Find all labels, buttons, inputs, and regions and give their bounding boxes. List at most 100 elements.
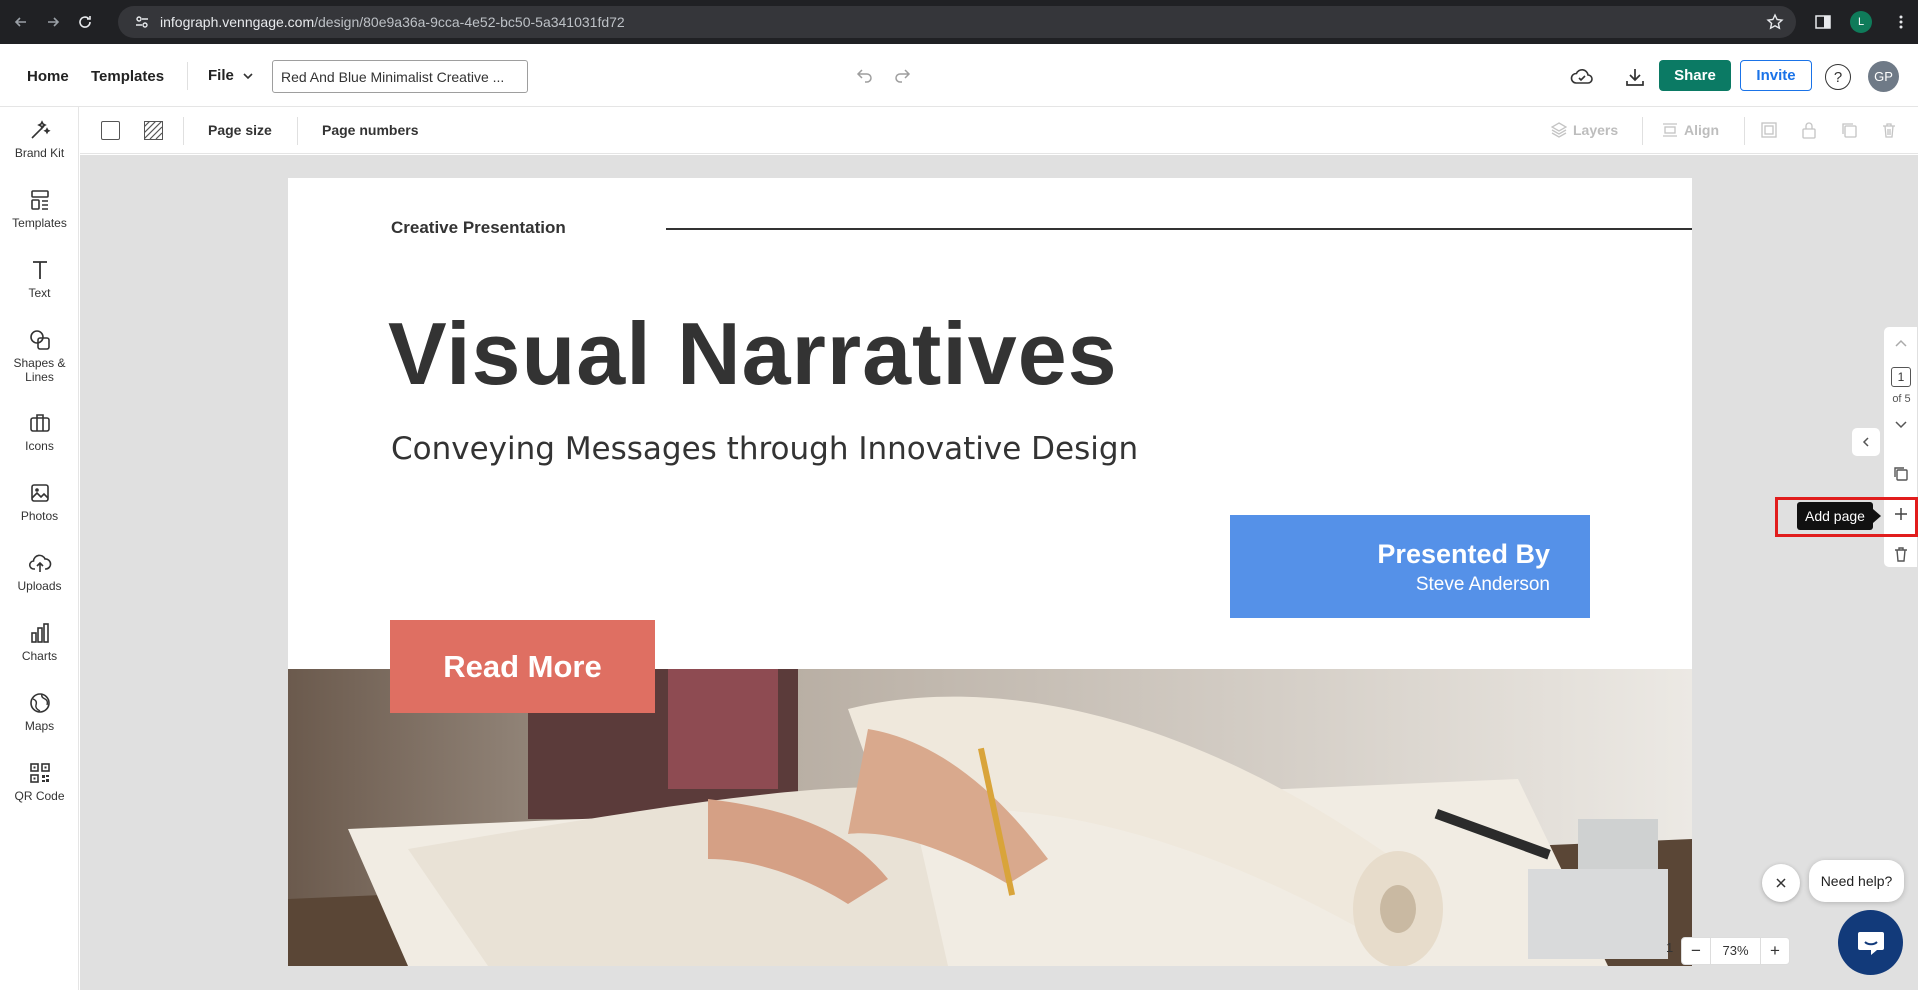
globe-icon <box>29 693 50 713</box>
sidebar-item-label: Text <box>28 286 51 300</box>
sidebar-item-photos[interactable]: Photos <box>0 481 79 523</box>
url-host: infograph.venngage.com <box>160 14 315 30</box>
sidebar-item-label: Shapes & Lines <box>13 356 66 384</box>
shapes-icon <box>29 330 50 350</box>
header-divider <box>187 62 188 90</box>
design-title-input[interactable]: Red And Blue Minimalist Creative ... <box>272 60 528 93</box>
background-color-swatch[interactable] <box>101 121 120 140</box>
page-total: of 5 <box>1892 393 1911 405</box>
templates-link[interactable]: Templates <box>91 68 164 85</box>
browser-menu-icon[interactable] <box>1892 13 1910 31</box>
sidebar-item-label: Icons <box>25 439 54 453</box>
group-icon[interactable] <box>1760 121 1778 139</box>
templates-icon <box>30 190 49 210</box>
need-help-bubble[interactable]: Need help? <box>1809 860 1904 902</box>
undo-icon[interactable] <box>856 66 874 84</box>
close-help-button[interactable] <box>1762 864 1800 902</box>
presented-by-label: Presented By <box>1377 539 1550 569</box>
sidebar-item-icons[interactable]: Icons <box>0 411 79 453</box>
chevron-down-icon <box>243 72 253 79</box>
toolbar-divider <box>297 117 298 145</box>
file-menu[interactable]: File <box>208 67 254 84</box>
zoom-in-button[interactable]: + <box>1761 941 1789 961</box>
duplicate-icon[interactable] <box>1840 121 1858 139</box>
slide-title[interactable]: Visual Narratives <box>388 303 1118 405</box>
align-button[interactable]: Align <box>1662 122 1719 138</box>
chevron-left-icon <box>1862 437 1869 447</box>
sidebar-item-charts[interactable]: Charts <box>0 621 79 663</box>
site-settings-icon[interactable] <box>134 14 150 30</box>
browser-actions: L <box>1814 0 1918 44</box>
reload-icon[interactable] <box>74 11 96 33</box>
side-panel-icon[interactable] <box>1814 13 1832 31</box>
sidebar-item-templates[interactable]: Templates <box>0 188 79 230</box>
cloud-sync-icon[interactable] <box>1570 66 1593 88</box>
page-numbers-button[interactable]: Page numbers <box>322 122 418 138</box>
presented-by-box[interactable]: Presented By Steve Anderson <box>1230 515 1590 618</box>
sidebar-item-text[interactable]: Text <box>0 258 79 300</box>
share-button[interactable]: Share <box>1659 60 1731 91</box>
align-label: Align <box>1684 122 1719 138</box>
toolbar-divider <box>1642 117 1643 145</box>
zoom-level[interactable]: 73% <box>1710 938 1761 964</box>
help-icon[interactable]: ? <box>1825 64 1851 90</box>
sidebar-item-maps[interactable]: Maps <box>0 691 79 733</box>
sidebar-item-label: Charts <box>21 649 58 663</box>
sidebar-item-shapes-lines[interactable]: Shapes & Lines <box>0 328 79 384</box>
sidebar-item-brand-kit[interactable]: Brand Kit <box>0 118 79 160</box>
left-sidebar: Brand Kit Templates Text Shapes & Lines … <box>0 107 79 990</box>
align-icon <box>1663 123 1677 137</box>
sidebar-item-label: QR Code <box>14 789 65 803</box>
lock-icon[interactable] <box>1800 121 1818 139</box>
bar-chart-icon <box>30 623 49 643</box>
slide-kicker-text[interactable]: Creative Presentation <box>391 218 566 238</box>
address-bar[interactable]: infograph.venngage.com/design/80e9a36a-9… <box>118 6 1796 38</box>
close-icon <box>1776 878 1786 888</box>
hero-photo[interactable] <box>288 669 1692 966</box>
invite-button[interactable]: Invite <box>1740 60 1812 91</box>
sidebar-item-label: Uploads <box>17 579 62 593</box>
layers-button[interactable]: Layers <box>1551 122 1618 138</box>
toolbar-divider <box>1744 117 1745 145</box>
sidebar-item-label: Photos <box>20 509 59 523</box>
current-page-input[interactable]: 1 <box>1891 367 1911 387</box>
zoom-control: − 73% + <box>1681 937 1790 965</box>
back-icon[interactable] <box>10 11 32 33</box>
editor-toolbar: Page size Page numbers Layers Align <box>80 107 1918 154</box>
home-link[interactable]: Home <box>27 68 69 85</box>
toolbar-divider <box>183 117 184 145</box>
presenter-name: Steve Anderson <box>1415 574 1550 595</box>
browser-toolbar: infograph.venngage.com/design/80e9a36a-9… <box>0 0 1918 44</box>
redo-icon[interactable] <box>893 66 911 84</box>
zoom-out-button[interactable]: − <box>1682 941 1710 961</box>
chevron-down-icon[interactable] <box>1892 415 1910 433</box>
trash-icon[interactable] <box>1880 121 1898 139</box>
magic-wand-icon <box>30 120 51 139</box>
slide-subtitle[interactable]: Conveying Messages through Innovative De… <box>391 431 1138 467</box>
user-avatar[interactable]: GP <box>1868 61 1899 92</box>
collapse-panel-button[interactable] <box>1851 427 1881 457</box>
sidebar-item-qr-code[interactable]: QR Code <box>0 761 79 803</box>
duplicate-page-icon[interactable] <box>1892 465 1910 483</box>
architect-drawing-photo <box>288 669 1692 966</box>
add-page-tooltip: Add page <box>1797 502 1881 530</box>
slide-page[interactable]: Creative Presentation Visual Narratives … <box>288 178 1692 966</box>
chevron-up-icon[interactable] <box>1892 335 1910 353</box>
file-menu-label: File <box>208 67 234 84</box>
url-text: infograph.venngage.com/design/80e9a36a-9… <box>160 14 625 30</box>
chat-launcher-button[interactable] <box>1838 910 1903 975</box>
browser-profile-avatar[interactable]: L <box>1850 11 1872 33</box>
bookmark-star-icon[interactable] <box>1766 13 1784 31</box>
download-icon[interactable] <box>1624 66 1646 88</box>
forward-icon[interactable] <box>42 11 64 33</box>
layers-icon <box>1551 122 1567 138</box>
sidebar-item-label: Templates <box>12 216 67 230</box>
cloud-upload-icon <box>28 554 51 572</box>
read-more-button[interactable]: Read More <box>390 620 655 713</box>
sidebar-item-uploads[interactable]: Uploads <box>0 551 79 593</box>
pattern-icon[interactable] <box>143 120 163 140</box>
layers-label: Layers <box>1573 122 1619 138</box>
delete-page-icon[interactable] <box>1892 545 1910 563</box>
slide-divider-line[interactable] <box>666 228 1692 230</box>
page-size-button[interactable]: Page size <box>208 122 272 138</box>
